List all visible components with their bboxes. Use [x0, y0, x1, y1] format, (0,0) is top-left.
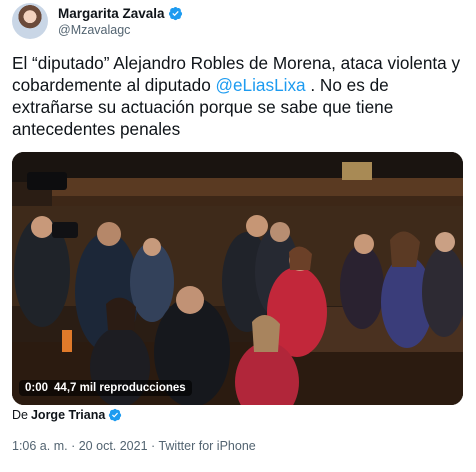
video-time-badge: 0:00 44,7 mil reproducciones — [19, 379, 192, 396]
author-avatar[interactable] — [12, 3, 48, 39]
author-info: Margarita Zavala @Mzavalagc — [58, 6, 183, 37]
author-name-row: Margarita Zavala — [58, 6, 183, 21]
video-current-time: 0:00 — [25, 381, 49, 394]
video-overlay: 0:00 44,7 mil reproducciones — [19, 378, 192, 397]
video-player[interactable] — [12, 152, 463, 405]
verified-badge-icon — [168, 6, 182, 20]
tweet-metadata: 1:06 a. m. · 20 oct. 2021 · Twitter for … — [12, 439, 256, 453]
video-frame — [12, 152, 463, 405]
author-handle[interactable]: @Mzavalagc — [58, 23, 183, 37]
meta-separator-1: · — [71, 439, 76, 453]
credit-verified-badge-icon — [109, 408, 122, 422]
video-view-count: 44,7 mil reproducciones — [54, 381, 186, 394]
credit-author[interactable]: Jorge Triana — [31, 408, 105, 422]
tweet-text: El “diputado” Alejandro Robles de Morena… — [12, 52, 468, 140]
meta-separator-2: · — [151, 439, 156, 453]
mention-link[interactable]: @eLiasLixa — [216, 75, 306, 95]
video-credit: De Jorge Triana — [12, 408, 122, 422]
tweet-card: Margarita Zavala @Mzavalagc El “diputado… — [0, 0, 476, 472]
tweet-date[interactable]: 20 oct. 2021 — [79, 439, 148, 453]
tweet-header: Margarita Zavala @Mzavalagc — [12, 2, 183, 40]
credit-prefix: De — [12, 408, 28, 422]
tweet-time[interactable]: 1:06 a. m. — [12, 439, 68, 453]
author-display-name[interactable]: Margarita Zavala — [58, 6, 165, 21]
tweet-source[interactable]: Twitter for iPhone — [158, 439, 255, 453]
